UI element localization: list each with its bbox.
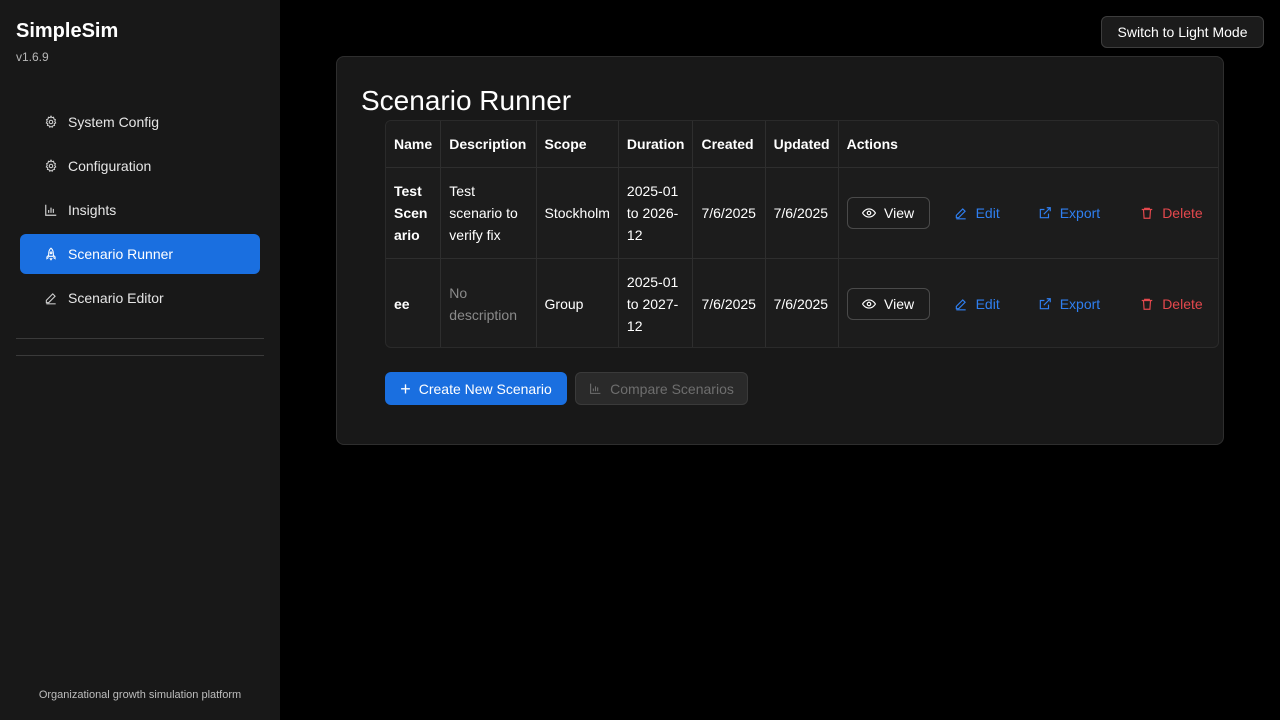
export-button-label: Export: [1059, 204, 1101, 221]
delete-button[interactable]: Delete: [1140, 293, 1203, 315]
edit-button[interactable]: Edit: [954, 293, 1000, 315]
sidebar-item-configuration[interactable]: Configuration: [20, 146, 260, 186]
compare-scenarios-button[interactable]: Compare Scenarios: [575, 372, 748, 405]
sidebar-item-label: System Config: [68, 114, 160, 130]
sidebar-item-label: Scenario Editor: [68, 290, 164, 306]
compare-scenarios-label: Compare Scenarios: [610, 380, 734, 397]
app-brand: SimpleSim: [16, 20, 119, 42]
table-header-row: Name Description Scope Duration Created …: [386, 121, 1218, 168]
row-actions: View Edit Export Delete: [838, 167, 1218, 259]
scenario-created: 7/6/2025: [692, 167, 766, 259]
edit-button-label: Edit: [975, 204, 1000, 221]
sidebar-divider: [16, 355, 264, 356]
export-button[interactable]: Export: [1038, 202, 1100, 224]
sidebar-item-label: Scenario Runner: [68, 246, 174, 262]
view-button-label: View: [884, 295, 915, 312]
sidebar-item-label: Insights: [68, 202, 117, 218]
row-actions: View Edit Export Delete: [838, 258, 1218, 347]
edit-button[interactable]: Edit: [954, 202, 1000, 224]
column-header-scope: Scope: [536, 121, 619, 168]
external-link-icon: [1039, 206, 1051, 218]
eye-icon: [862, 207, 877, 218]
column-header-created: Created: [692, 121, 766, 168]
bar-chart-icon: [590, 383, 601, 394]
scenario-table: Name Description Scope Duration Created …: [385, 120, 1219, 348]
column-header-description: Description: [440, 121, 537, 168]
table-row: Test Scenario Test scenario to verify fi…: [386, 167, 1218, 259]
column-header-actions: Actions: [838, 121, 1218, 168]
sidebar: SimpleSim v1.6.9 System Config Configura…: [0, 0, 280, 720]
page-title: Scenario Runner: [361, 85, 572, 116]
scenario-updated: 7/6/2025: [765, 167, 839, 259]
column-header-name: Name: [386, 121, 442, 168]
trash-icon: [1141, 298, 1153, 310]
edit-button-label: Edit: [975, 295, 1000, 312]
create-scenario-button[interactable]: + Create New Scenario: [385, 372, 567, 405]
pencil-icon: [44, 291, 58, 305]
view-button[interactable]: View: [846, 287, 930, 320]
main-card: Scenario Runner Name Description Scope D…: [336, 56, 1224, 445]
pencil-icon: [955, 207, 966, 219]
rocket-icon: [44, 247, 58, 261]
delete-button-label: Delete: [1162, 204, 1203, 221]
gear-icon: [44, 159, 58, 173]
delete-button[interactable]: Delete: [1140, 202, 1203, 224]
scenario-description: Test scenario to verify fix: [440, 167, 537, 259]
export-button-label: Export: [1059, 295, 1101, 312]
scenario-duration: 2025-01 to 2026-12: [618, 167, 694, 259]
scenario-scope: Stockholm: [536, 167, 619, 259]
trash-icon: [1141, 207, 1153, 219]
scenario-description: No description: [440, 258, 537, 347]
sidebar-item-system-config[interactable]: System Config: [20, 102, 260, 142]
pencil-icon: [955, 298, 966, 310]
app-version: v1.6.9: [16, 50, 49, 64]
view-button-label: View: [884, 204, 915, 221]
sidebar-item-scenario-editor[interactable]: Scenario Editor: [20, 278, 260, 318]
external-link-icon: [1039, 297, 1051, 309]
export-button[interactable]: Export: [1038, 293, 1100, 315]
sidebar-divider: [16, 338, 264, 339]
theme-toggle-button[interactable]: Switch to Light Mode: [1101, 16, 1264, 48]
plus-icon: +: [400, 378, 411, 399]
sidebar-item-label: Configuration: [68, 158, 152, 174]
eye-icon: [862, 298, 877, 309]
delete-button-label: Delete: [1162, 295, 1203, 312]
bar-chart-icon: [44, 203, 58, 217]
scenario-name: Test Scenario: [386, 167, 442, 259]
scenario-name: ee: [386, 258, 442, 347]
column-header-updated: Updated: [765, 121, 839, 168]
view-button[interactable]: View: [846, 196, 930, 229]
sidebar-item-scenario-runner[interactable]: Scenario Runner: [20, 234, 260, 274]
table-row: ee No description Group 2025-01 to 2027-…: [386, 258, 1218, 347]
column-header-duration: Duration: [618, 121, 694, 168]
scenario-updated: 7/6/2025: [765, 258, 839, 347]
create-scenario-label: Create New Scenario: [418, 380, 552, 397]
sidebar-nav: System Config Configuration Insights Sce…: [20, 102, 260, 322]
sidebar-item-insights[interactable]: Insights: [20, 190, 260, 230]
scenario-scope: Group: [536, 258, 619, 347]
scenario-created: 7/6/2025: [692, 258, 766, 347]
sidebar-footer: Organizational growth simulation platfor…: [38, 689, 242, 701]
scenario-duration: 2025-01 to 2027-12: [618, 258, 694, 347]
gear-icon: [44, 115, 58, 129]
